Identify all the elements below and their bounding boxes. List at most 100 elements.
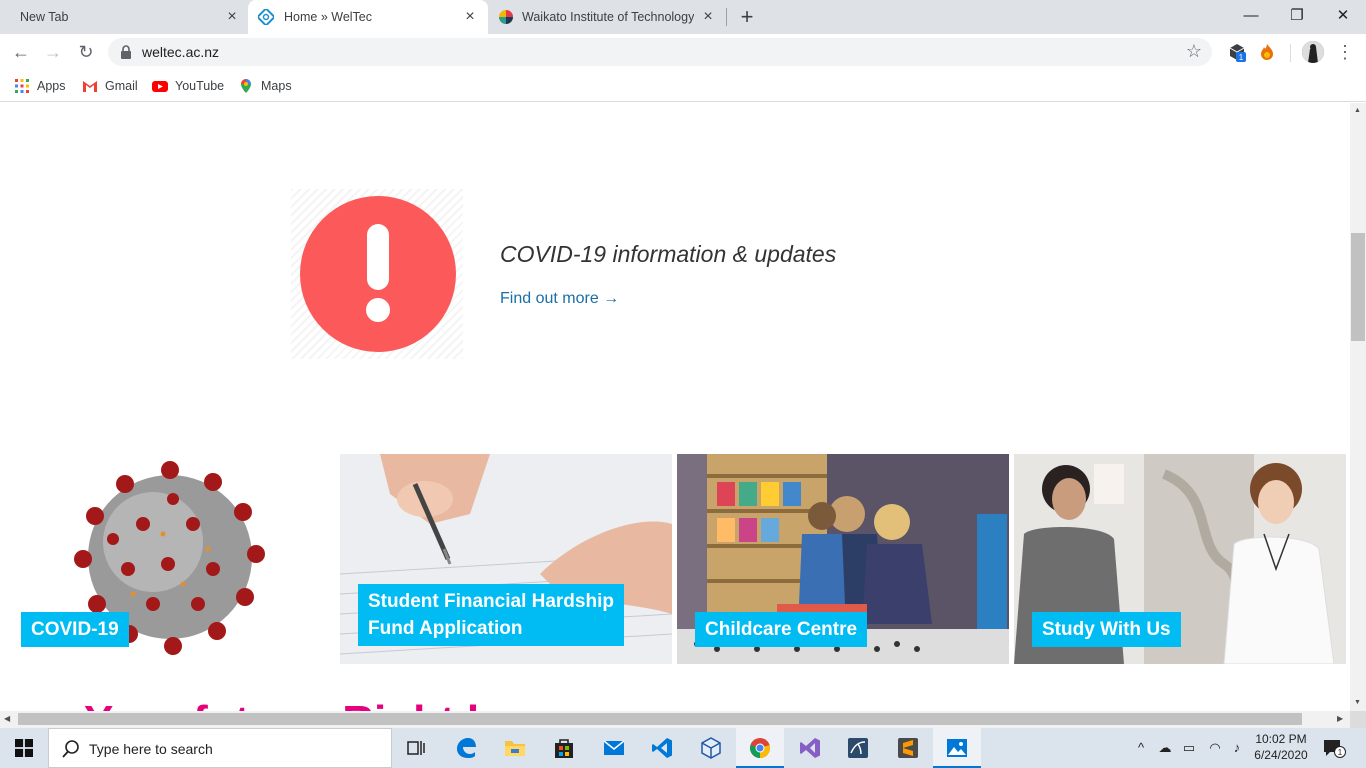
maps-pin-icon xyxy=(241,79,251,93)
close-icon[interactable]: × xyxy=(462,9,478,25)
card-label-line: Student Financial Hardship xyxy=(368,591,614,612)
tab-title: New Tab xyxy=(20,10,69,24)
bookmark-maps[interactable]: Maps xyxy=(238,76,292,96)
restore-button[interactable]: ❐ xyxy=(1285,4,1309,28)
menu-kebab-icon[interactable]: ⋮ xyxy=(1336,40,1354,64)
card-label: Student Financial Hardship Fund Applicat… xyxy=(358,584,624,646)
search-placeholder: Type here to search xyxy=(89,741,213,757)
scrollbar-thumb[interactable] xyxy=(1351,233,1365,341)
windows-logo-icon xyxy=(15,739,33,757)
bookmark-label: Maps xyxy=(261,79,292,93)
taskbar-vscode[interactable] xyxy=(638,728,686,768)
reload-icon[interactable]: ↻ xyxy=(74,40,98,64)
card-covid-19[interactable]: COVID-19 xyxy=(3,454,335,664)
find-out-more-link[interactable]: Find out more → xyxy=(500,290,619,308)
scrollbar-thumb[interactable] xyxy=(18,713,1302,725)
card-financial-hardship[interactable]: Student Financial Hardship Fund Applicat… xyxy=(340,454,672,664)
close-icon[interactable]: × xyxy=(700,9,716,25)
scroll-up-icon[interactable]: ▲ xyxy=(1354,107,1361,114)
address-bar[interactable]: weltec.ac.nz ☆ xyxy=(108,38,1212,66)
system-clock[interactable]: 10:02 PM 6/24/2020 xyxy=(1250,731,1312,763)
virtualbox-icon xyxy=(701,737,721,759)
start-button[interactable] xyxy=(0,728,48,768)
chevron-up-icon[interactable]: ^ xyxy=(1132,738,1150,758)
tab-title: Waikato Institute of Technology xyxy=(522,10,695,24)
gmail-icon xyxy=(83,81,97,92)
covid-alert-graphic xyxy=(291,189,463,359)
horizontal-scrollbar[interactable]: ◀ ▶ xyxy=(0,711,1350,728)
tab-new-tab[interactable]: New Tab × xyxy=(0,0,246,34)
close-icon[interactable]: × xyxy=(224,9,240,25)
bookmark-gmail[interactable]: Gmail xyxy=(82,76,138,96)
minimize-button[interactable]: — xyxy=(1239,4,1263,28)
task-view-button[interactable] xyxy=(392,728,440,768)
exclamation-icon xyxy=(300,196,456,352)
store-bag-icon xyxy=(555,739,573,758)
visual-studio-icon xyxy=(800,738,820,758)
new-tab-button[interactable]: + xyxy=(736,6,758,28)
tagline-heading: Your future. Right here. xyxy=(84,697,572,711)
tab-strip: New Tab × Home » WelTec × Waikato Instit… xyxy=(0,0,1366,34)
cloud-icon[interactable]: ☁ xyxy=(1156,738,1174,758)
taskbar-search-box[interactable]: Type here to search xyxy=(48,728,392,768)
page-viewport: COVID-19 information & updates Find out … xyxy=(0,103,1350,711)
card-label-line: Childcare Centre xyxy=(705,619,858,640)
edge-icon xyxy=(457,738,476,758)
bookmark-label: Gmail xyxy=(105,79,138,93)
clock-time: 10:02 PM xyxy=(1255,732,1307,746)
tab-weltec[interactable]: Home » WelTec × xyxy=(248,0,488,34)
card-label-line: Fund Application xyxy=(368,618,523,639)
search-icon xyxy=(62,740,79,758)
tab-title: Home » WelTec xyxy=(284,10,372,24)
action-center-button[interactable]: 1 xyxy=(1322,738,1346,758)
taskbar-photos[interactable] xyxy=(933,728,981,768)
card-study-with-us[interactable]: Study With Us xyxy=(1014,454,1346,664)
mysql-workbench-icon xyxy=(848,738,868,758)
taskbar-file-explorer[interactable] xyxy=(491,728,539,768)
browser-toolbar: ← → ↻ weltec.ac.nz ☆ 1 ⋮ xyxy=(0,34,1366,70)
bookmark-label: Apps xyxy=(37,79,66,93)
taskbar-mysql-workbench[interactable] xyxy=(834,728,882,768)
taskbar-virtualbox[interactable] xyxy=(687,728,735,768)
card-label: COVID-19 xyxy=(21,612,129,647)
taskbar-visual-studio[interactable] xyxy=(786,728,834,768)
tab-wintec[interactable]: Waikato Institute of Technology × xyxy=(490,0,726,34)
vertical-scrollbar[interactable]: ▲ ▼ xyxy=(1350,103,1366,711)
sublime-text-icon xyxy=(898,738,918,758)
extension-fire-icon[interactable] xyxy=(1257,42,1277,62)
scroll-right-icon[interactable]: ▶ xyxy=(1337,714,1343,723)
toolbar-separator xyxy=(1290,44,1291,62)
notification-icon: 1 xyxy=(1324,740,1346,758)
scroll-left-icon[interactable]: ◀ xyxy=(4,714,10,723)
forward-arrow-icon[interactable]: → xyxy=(41,40,65,64)
bookmark-youtube[interactable]: YouTube xyxy=(152,76,224,96)
scrollbar-corner xyxy=(1350,711,1366,728)
taskbar-sublime-text[interactable] xyxy=(884,728,932,768)
windows-taskbar: Type here to search ^ ☁ ▭ ◠ ♪ 10:02 PM 6… xyxy=(0,728,1366,768)
vscode-icon xyxy=(652,738,672,758)
close-window-button[interactable]: ✕ xyxy=(1331,4,1355,28)
folder-icon xyxy=(505,741,525,756)
wifi-icon[interactable]: ◠ xyxy=(1206,738,1224,758)
profile-avatar[interactable] xyxy=(1302,41,1324,63)
volume-icon[interactable]: ♪ xyxy=(1228,738,1246,758)
taskbar-store[interactable] xyxy=(540,728,588,768)
bookmark-star-icon[interactable]: ☆ xyxy=(1186,41,1202,62)
taskbar-edge[interactable] xyxy=(442,728,490,768)
lock-icon xyxy=(121,45,131,59)
photos-icon xyxy=(947,739,967,757)
wintec-logo-icon xyxy=(499,10,513,24)
weltec-logo-icon xyxy=(258,9,274,25)
taskbar-chrome[interactable] xyxy=(736,728,784,768)
covid-heading: COVID-19 information & updates xyxy=(500,241,837,267)
bookmark-apps[interactable]: Apps xyxy=(14,76,66,96)
youtube-icon xyxy=(152,81,168,92)
url-text: weltec.ac.nz xyxy=(142,44,220,60)
battery-icon[interactable]: ▭ xyxy=(1180,738,1198,758)
extension-cube-icon[interactable]: 1 xyxy=(1227,42,1247,62)
scroll-down-icon[interactable]: ▼ xyxy=(1354,699,1361,706)
card-childcare-centre[interactable]: Childcare Centre xyxy=(677,454,1009,664)
taskbar-mail[interactable] xyxy=(590,728,638,768)
card-label-line: COVID-19 xyxy=(31,619,119,640)
back-arrow-icon[interactable]: ← xyxy=(9,40,33,64)
